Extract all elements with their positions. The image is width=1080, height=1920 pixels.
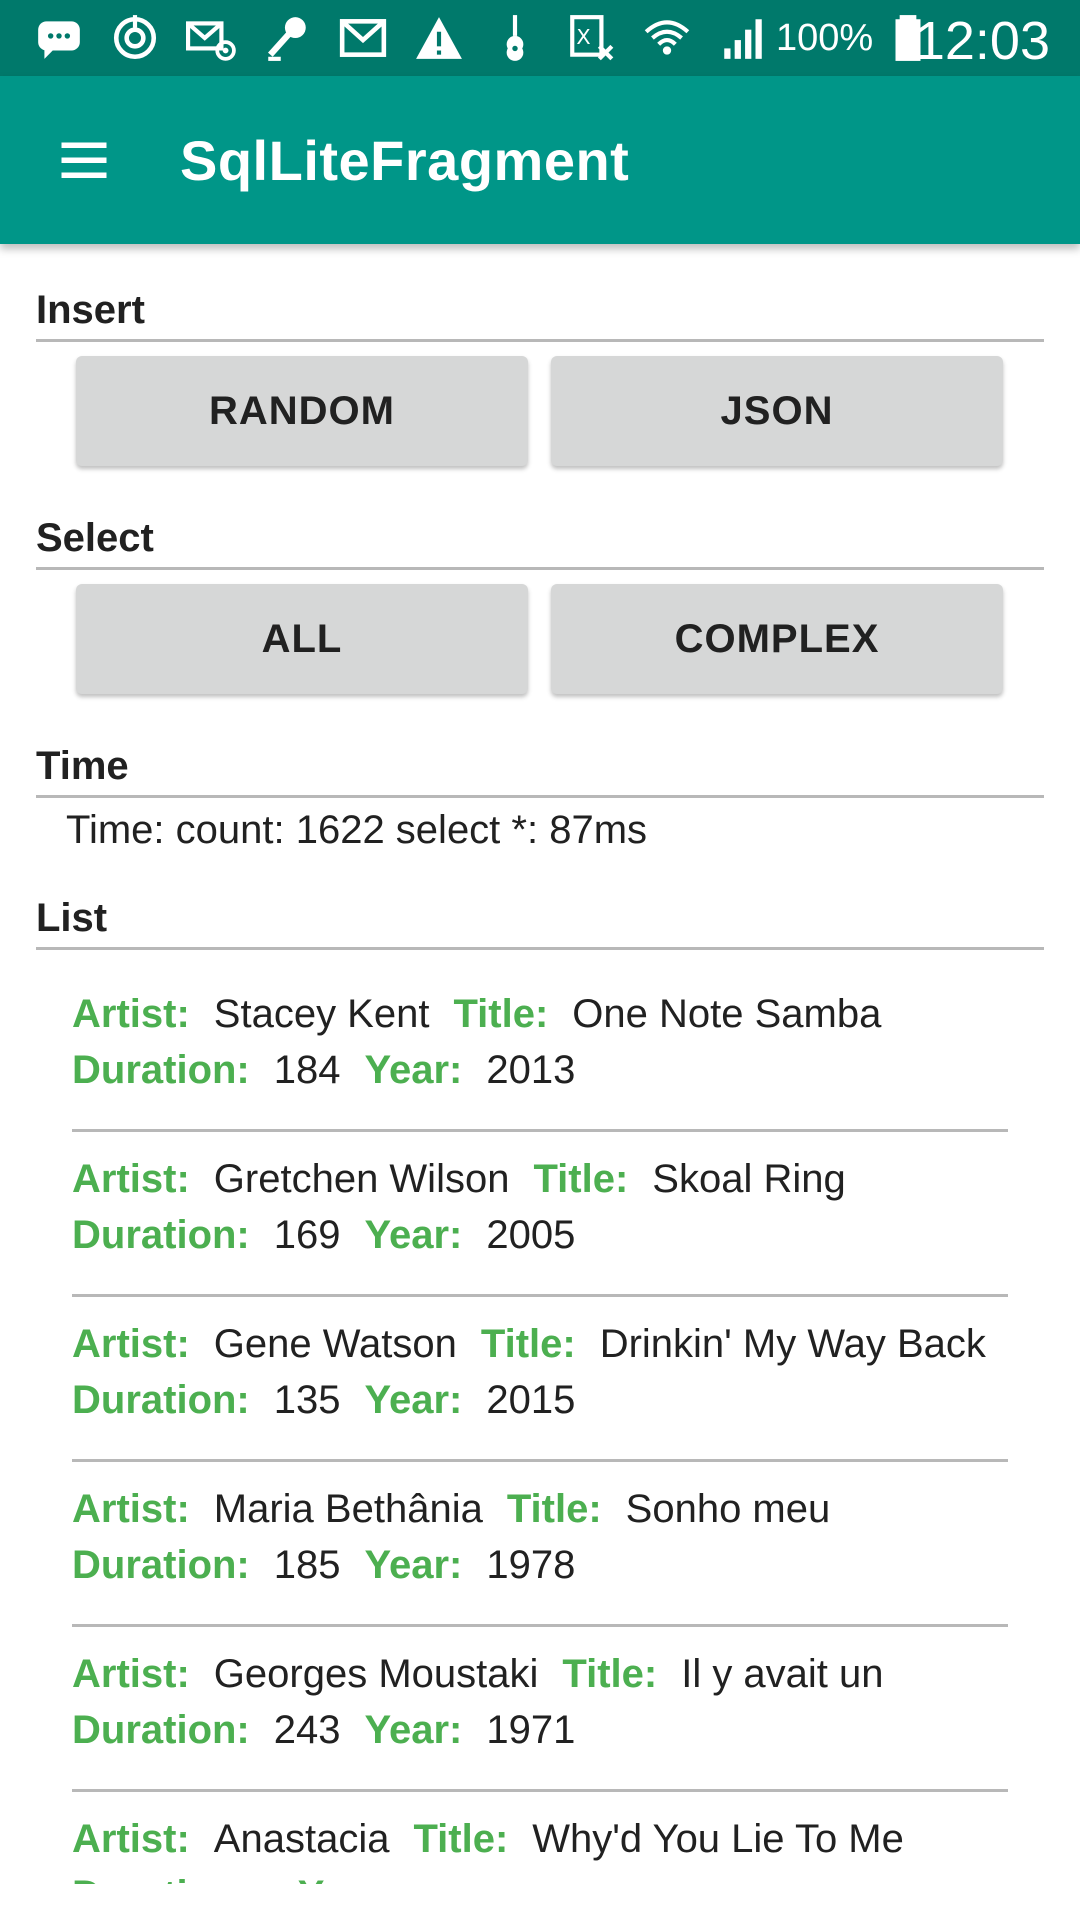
year-label: Year: [364,1048,463,1092]
title-label: Title: [533,1157,629,1201]
excel-icon: X [566,13,616,63]
duration-value: 135 [273,1378,341,1422]
artist-label: Artist: [72,992,190,1036]
duration-label: Duration: [72,1048,250,1092]
year-label: Year: [364,1708,463,1752]
status-bar: X 100% 12:03 [0,0,1080,76]
microphone-icon [262,13,312,63]
duration-value: 185 [273,1543,341,1587]
year-value: 2005 [486,1213,576,1257]
gmail-icon [338,13,388,63]
title-value: Il y avait un [681,1652,884,1696]
complex-button[interactable]: COMPLEX [551,584,1003,694]
artist-value: Gene Watson [213,1322,457,1366]
section-header-time: Time [36,744,1044,798]
section-header-select: Select [36,516,1044,570]
app-bar: SqlLiteFragment [0,76,1080,244]
artist-label: Artist: [72,1487,190,1531]
duration-label: Duration: [72,1378,250,1422]
all-button[interactable]: ALL [76,584,528,694]
year-label: Year: [364,1213,463,1257]
duration-label: Duration: [72,1873,250,1884]
artist-label: Artist: [72,1817,190,1861]
year-value: 2013 [486,1048,576,1092]
duration-label: Duration: [72,1213,250,1257]
time-result-text: Time: count: 1622 select *: 87ms [66,808,648,852]
year-value: 1978 [486,1543,576,1587]
title-value: Sonho meu [625,1487,831,1531]
content-area[interactable]: Insert RANDOM JSON Select ALL COMPLEX Ti… [0,244,1080,1884]
duration-label: Duration: [72,1543,250,1587]
random-button[interactable]: RANDOM [76,356,528,466]
hamburger-menu-icon[interactable] [54,130,114,190]
list-item[interactable]: Artist: Gretchen Wilson Title: Skoal Ring D… [72,1157,1008,1297]
wifi-icon [642,13,692,63]
title-value: One Note Samba [572,992,882,1036]
list-item[interactable]: Artist: Georges Moustaki Title: Il y avait … [72,1652,1008,1792]
list-item[interactable]: Artist: Gene Watson Title: Drinkin' My Way … [72,1322,1008,1462]
artist-value: Maria Bethânia [213,1487,483,1531]
year-label: Year: [298,1873,396,1884]
signal-icon [718,13,768,63]
year-label: Year: [364,1543,463,1587]
year-value: 2015 [486,1378,576,1422]
artist-label: Artist: [72,1322,190,1366]
email-at-icon [186,13,236,63]
svg-text:X: X [576,25,590,49]
title-label: Title: [506,1487,602,1531]
message-icon [34,13,84,63]
artist-label: Artist: [72,1157,190,1201]
artist-value: Gretchen Wilson [213,1157,510,1201]
json-button[interactable]: JSON [551,356,1003,466]
title-label: Title: [413,1817,509,1861]
section-header-list: List [36,896,1044,950]
list-item[interactable]: Artist: Stacey Kent Title: One Note Samba D… [72,992,1008,1132]
guitar-icon [490,13,540,63]
list-item[interactable]: Artist: Maria Bethânia Title: Sonho meu Dur… [72,1487,1008,1627]
duration-value: 243 [273,1708,341,1752]
section-header-insert: Insert [36,288,1044,342]
title-label: Title: [453,992,549,1036]
artist-label: Artist: [72,1652,190,1696]
title-value: Skoal Ring [652,1157,846,1201]
artist-value: Stacey Kent [213,992,430,1036]
title-label: Title: [480,1322,576,1366]
title-label: Title: [562,1652,658,1696]
app-title: SqlLiteFragment [180,128,630,192]
duration-value: 184 [273,1048,341,1092]
year-value: 1971 [486,1708,576,1752]
duration-label: Duration: [72,1708,250,1752]
artist-value: Georges Moustaki [213,1652,539,1696]
battery-percent: 100% [776,16,874,59]
duration-value: 169 [273,1213,341,1257]
year-label: Year: [364,1378,463,1422]
title-value: Drinkin' My Way Back [599,1322,986,1366]
artist-value: Anastacia [213,1817,390,1861]
list-item[interactable]: Artist: Anastacia Title: Why'd You Lie To M… [72,1817,1008,1884]
warning-icon [414,13,464,63]
sync-icon [110,13,160,63]
clock: 12:03 [914,11,1050,71]
title-value: Why'd You Lie To Me [532,1817,904,1861]
